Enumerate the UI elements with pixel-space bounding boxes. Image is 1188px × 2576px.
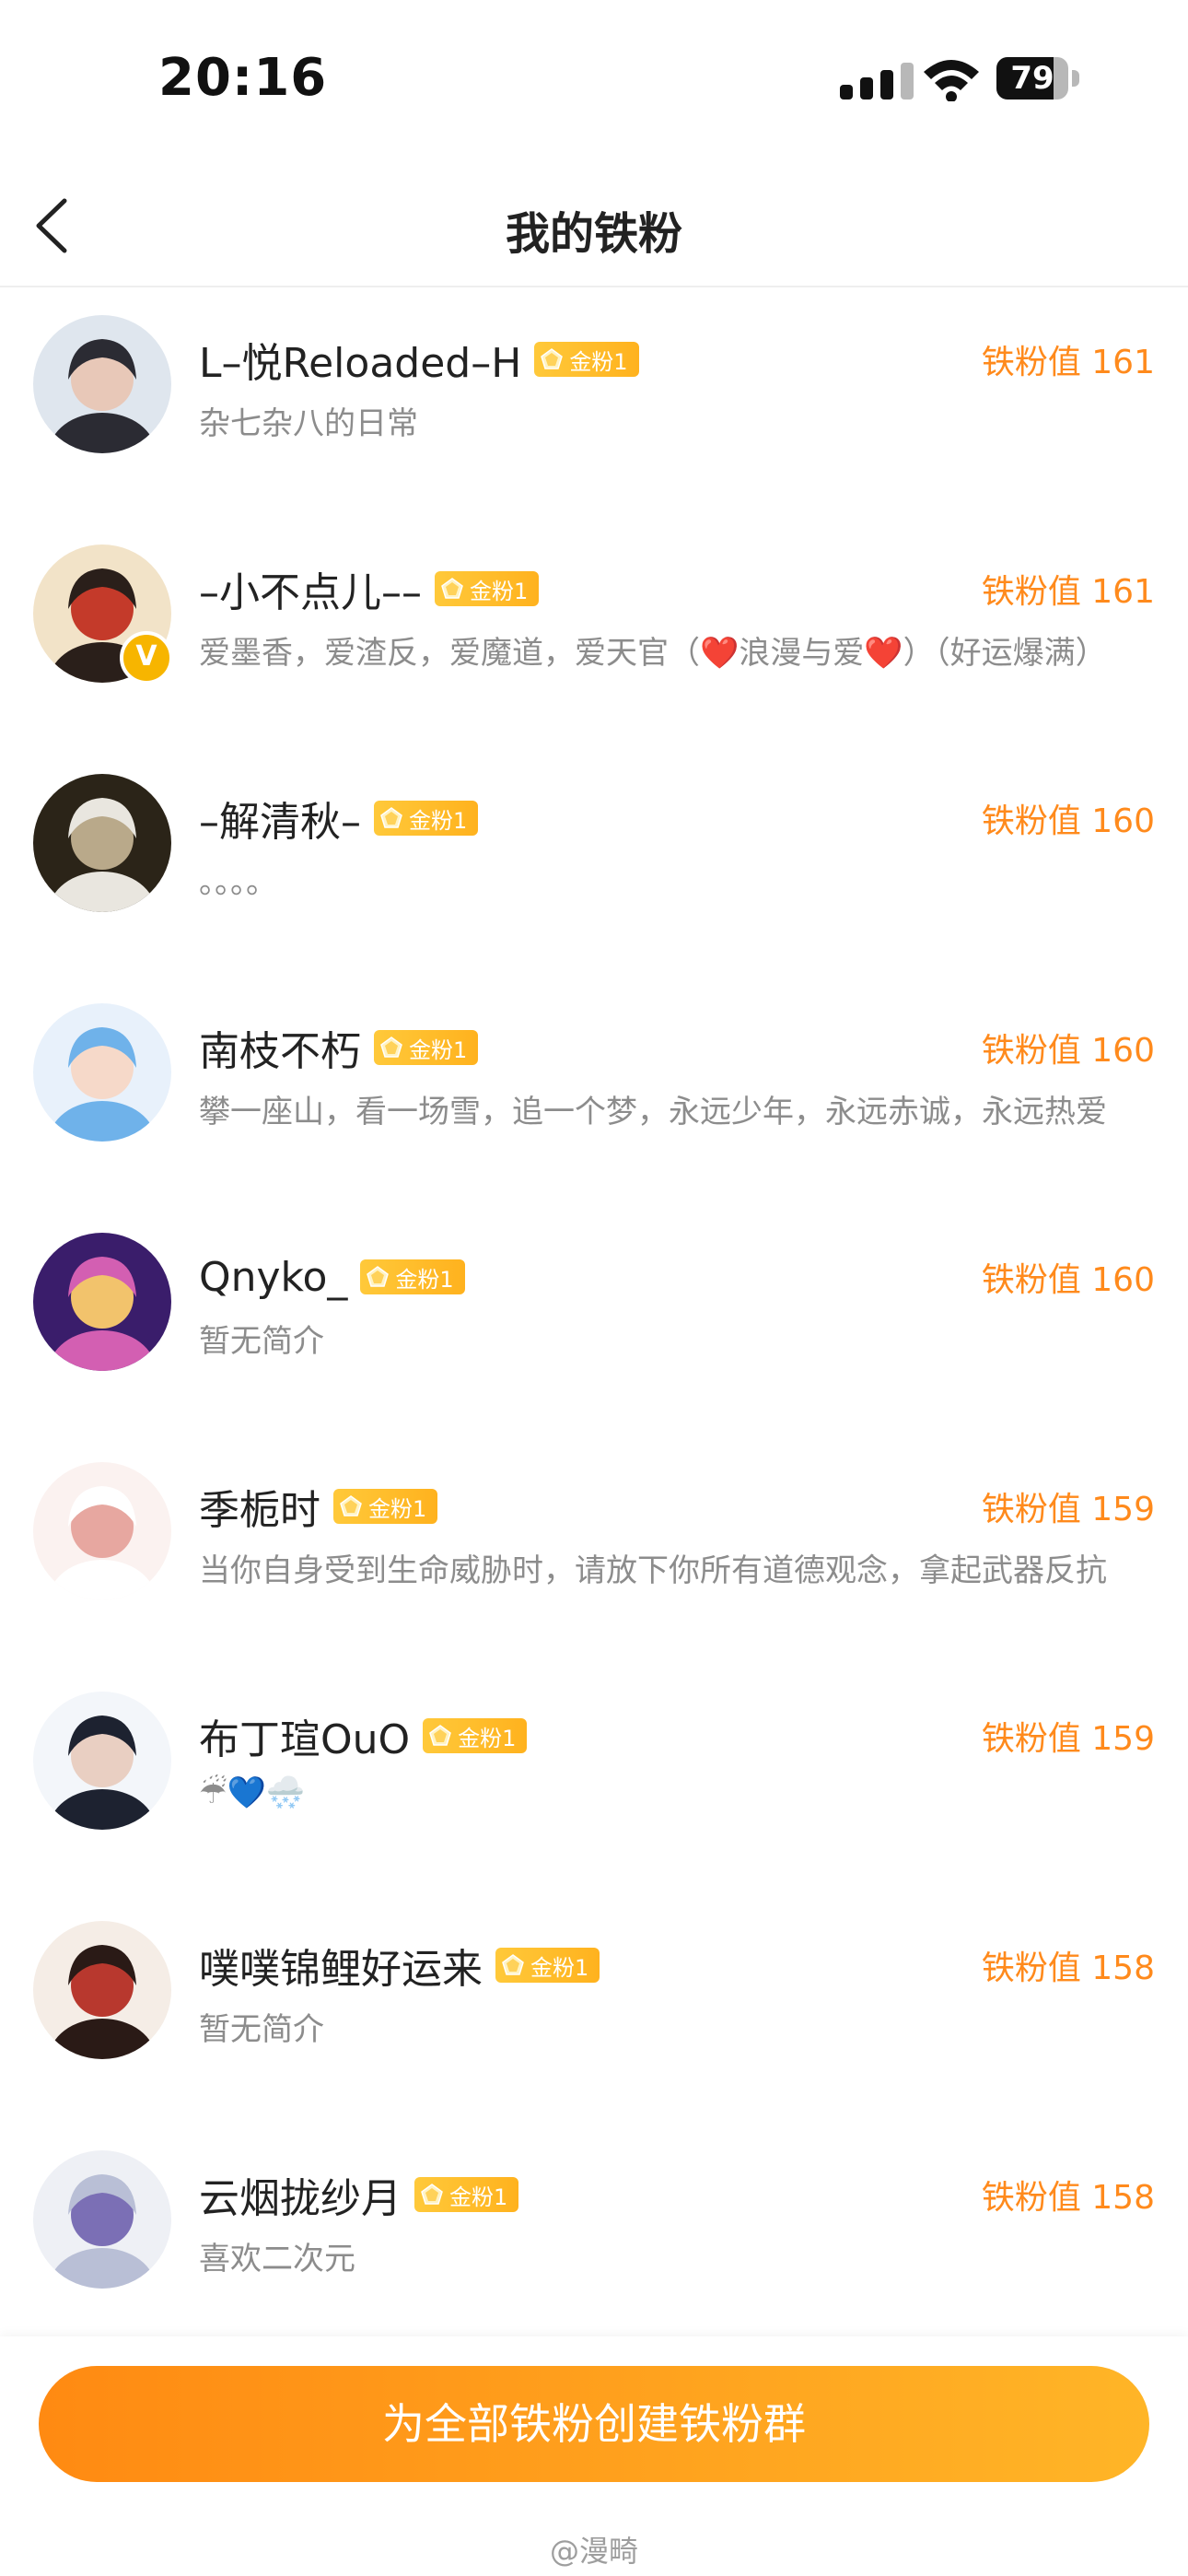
- fan-score: 铁粉值 161: [981, 344, 1155, 381]
- fan-level-badge: 金粉1: [333, 1489, 438, 1524]
- fan-score: 铁粉值 160: [981, 1032, 1155, 1070]
- fan-name[interactable]: 布丁瑄OuO: [199, 1706, 410, 1765]
- gem-icon: [429, 1725, 452, 1746]
- fan-level-label: 金粉1: [530, 1954, 589, 1981]
- fan-name-line: 布丁瑄OuO 金粉1: [199, 1706, 528, 1765]
- fan-score: 铁粉值 160: [981, 1261, 1155, 1299]
- fan-name-line: 噗噗锦鲤好运来 金粉1: [199, 1938, 600, 1993]
- fan-level-label: 金粉1: [368, 1495, 427, 1522]
- fan-level-badge: 金粉1: [534, 342, 639, 377]
- fan-list-item[interactable]: 噗噗锦鲤好运来 金粉1 铁粉值 158 暂无简介: [0, 1893, 1188, 2098]
- wifi-icon: [924, 60, 979, 101]
- gem-icon: [441, 578, 463, 599]
- fan-bio: 。。。。: [199, 864, 277, 901]
- avatar[interactable]: [33, 1003, 171, 1142]
- avatar[interactable]: [33, 2150, 171, 2289]
- avatar[interactable]: [33, 315, 171, 453]
- verified-badge-icon: V: [120, 631, 173, 685]
- status-time: 20:16: [158, 48, 328, 108]
- fan-list-item[interactable]: Qnyko_ 金粉1 铁粉值 160 暂无简介: [0, 1205, 1188, 1410]
- fan-name[interactable]: 南枝不朽: [199, 1018, 361, 1077]
- fan-name-line: Qnyko_ 金粉1: [199, 1249, 465, 1305]
- fan-score: 铁粉值 158: [981, 1950, 1155, 1987]
- fan-list-item[interactable]: L–悦Reloaded–H 金粉1 铁粉值 161 杂七杂八的日常: [0, 287, 1188, 492]
- fan-score: 铁粉值 159: [981, 1720, 1155, 1758]
- fan-name-line: 南枝不朽 金粉1: [199, 1018, 479, 1077]
- fan-bio: 杂七杂八的日常: [199, 405, 418, 442]
- fan-level-label: 金粉1: [569, 348, 628, 375]
- fan-name[interactable]: –小不点儿––: [199, 559, 422, 618]
- fan-bio: 当你自身受到生命威胁时，请放下你所有道德观念，拿起武器反抗: [199, 1552, 1107, 1589]
- gem-icon: [541, 348, 564, 369]
- gem-icon: [380, 807, 402, 828]
- avatar[interactable]: [33, 1692, 171, 1830]
- fan-name[interactable]: 噗噗锦鲤好运来: [199, 1936, 483, 1995]
- fan-list-item[interactable]: 布丁瑄OuO 金粉1 铁粉值 159 ☔💙🌨️: [0, 1664, 1188, 1868]
- battery-icon: 79: [996, 57, 1087, 101]
- fan-level-label: 金粉1: [409, 807, 468, 834]
- fan-list-item[interactable]: 季栀时 金粉1 铁粉值 159 当你自身受到生命威胁时，请放下你所有道德观念，拿…: [0, 1434, 1188, 1639]
- bottom-bar: 为全部铁粉创建铁粉群 @漫畸: [0, 2336, 1188, 2576]
- fan-name[interactable]: 云烟拢纱月: [199, 2165, 402, 2224]
- fan-level-badge: 金粉1: [423, 1718, 528, 1753]
- fan-score: 铁粉值 161: [981, 573, 1155, 611]
- gem-icon: [367, 1266, 390, 1287]
- fan-list-item[interactable]: V –小不点儿–– 金粉1 铁粉值 161 爱墨香，爱渣反，爱魔道，爱天官（❤️…: [0, 517, 1188, 721]
- battery-percent: 79: [1010, 60, 1054, 97]
- fan-bio: 攀一座山，看一场雪，追一个梦，永远少年，永远赤诚，永远热爱: [199, 1094, 1107, 1130]
- gem-icon: [421, 2184, 443, 2205]
- status-bar: 20:16 79: [0, 0, 1188, 157]
- fan-level-badge: 金粉1: [495, 1948, 600, 1983]
- avatar[interactable]: [33, 1233, 171, 1371]
- gem-icon: [502, 1954, 524, 1975]
- fan-level-badge: 金粉1: [414, 2177, 519, 2212]
- fan-bio: ☔💙🌨️: [199, 1774, 306, 1811]
- fan-name-line: –解清秋– 金粉1: [199, 789, 479, 848]
- fan-list-item[interactable]: 南枝不朽 金粉1 铁粉值 160 攀一座山，看一场雪，追一个梦，永远少年，永远赤…: [0, 976, 1188, 1180]
- fan-bio: 暂无简介: [199, 1323, 324, 1360]
- nav-bar: 我的铁粉: [0, 166, 1188, 287]
- fan-level-label: 金粉1: [409, 1036, 468, 1063]
- fan-bio: 爱墨香，爱渣反，爱魔道，爱天官（❤️浪漫与爱❤️）（好运爆满）: [199, 635, 1107, 672]
- fan-name-line: –小不点儿–– 金粉1: [199, 559, 540, 618]
- fan-level-label: 金粉1: [449, 2184, 508, 2210]
- watermark: @漫畸: [549, 2534, 638, 2569]
- create-fan-group-button[interactable]: 为全部铁粉创建铁粉群: [39, 2366, 1149, 2482]
- fan-level-badge: 金粉1: [374, 801, 479, 836]
- fan-name[interactable]: 季栀时: [199, 1477, 320, 1536]
- fan-level-label: 金粉1: [395, 1266, 454, 1293]
- fan-level-badge: 金粉1: [435, 571, 540, 606]
- fan-list-item[interactable]: 云烟拢纱月 金粉1 铁粉值 158 喜欢二次元: [0, 2123, 1188, 2327]
- avatar[interactable]: [33, 1921, 171, 2059]
- fan-score: 铁粉值 159: [981, 1491, 1155, 1528]
- fan-score: 铁粉值 158: [981, 2179, 1155, 2217]
- fan-list-item[interactable]: –解清秋– 金粉1 铁粉值 160 。。。。: [0, 746, 1188, 951]
- fan-name-line: L–悦Reloaded–H 金粉1: [199, 332, 639, 387]
- avatar[interactable]: [33, 774, 171, 912]
- avatar[interactable]: [33, 1462, 171, 1600]
- gem-icon: [340, 1495, 362, 1516]
- fan-name[interactable]: Qnyko_: [199, 1254, 347, 1301]
- fan-name[interactable]: –解清秋–: [199, 789, 361, 848]
- gem-icon: [380, 1036, 402, 1058]
- page-title: 我的铁粉: [505, 208, 682, 260]
- fan-score: 铁粉值 160: [981, 802, 1155, 840]
- fan-level-badge: 金粉1: [360, 1259, 465, 1294]
- fan-bio: 喜欢二次元: [199, 2241, 355, 2277]
- fan-name[interactable]: L–悦Reloaded–H: [199, 330, 521, 389]
- fan-name-line: 季栀时 金粉1: [199, 1477, 438, 1536]
- fan-name-line: 云烟拢纱月 金粉1: [199, 2165, 519, 2224]
- fan-level-badge: 金粉1: [374, 1030, 479, 1065]
- fan-level-label: 金粉1: [458, 1725, 517, 1751]
- fan-level-label: 金粉1: [470, 578, 529, 604]
- fan-bio: 暂无简介: [199, 2011, 324, 2048]
